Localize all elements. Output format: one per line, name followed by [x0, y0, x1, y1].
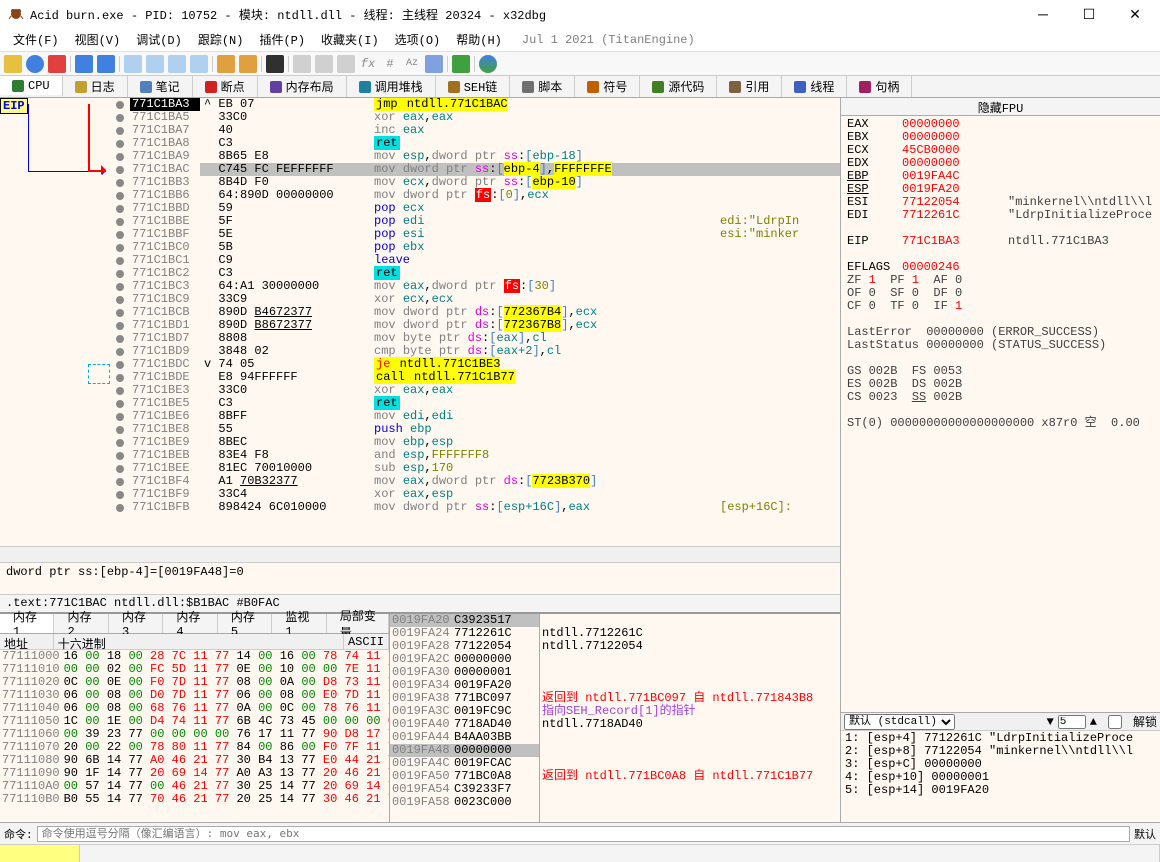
toolbar: fx # Az	[0, 52, 1160, 76]
comments-icon[interactable]	[293, 55, 311, 73]
stack-comment	[540, 796, 840, 809]
open-icon[interactable]	[4, 55, 22, 73]
patches-icon[interactable]	[266, 55, 284, 73]
menu-bar: 文件(F)视图(V)调试(D)跟踪(N)插件(P)收藏夹(I)选项(O)帮助(H…	[0, 28, 1160, 52]
trace-over-icon[interactable]	[239, 55, 257, 73]
menu-item[interactable]: 调试(D)	[128, 32, 190, 50]
tab-9[interactable]: 源代码	[640, 76, 717, 97]
unlock-checkbox[interactable]	[1101, 715, 1129, 729]
window-title: Acid burn.exe - PID: 10752 - 模块: ntdll.d…	[30, 6, 1020, 23]
menu-item[interactable]: 文件(F)	[5, 32, 67, 50]
step-skip-icon[interactable]	[190, 55, 208, 73]
dump-tab[interactable]: 内存 5	[218, 614, 272, 633]
tab-4[interactable]: 内存布局	[258, 76, 347, 97]
tab-5[interactable]: 调用堆栈	[347, 76, 436, 97]
menu-item[interactable]: 视图(V)	[67, 32, 129, 50]
tab-12[interactable]: 句柄	[847, 76, 912, 97]
menu-item[interactable]: 插件(P)	[251, 32, 313, 50]
tab-3[interactable]: 断点	[193, 76, 258, 97]
stack-comment	[540, 783, 840, 796]
stack-comment	[540, 653, 840, 666]
menu-item[interactable]: 帮助(H)	[448, 32, 510, 50]
arguments-pane: 默认 (stdcall) ▼ ▲ 解锁 1: [esp+4] 7712261C …	[841, 712, 1160, 822]
dump-tab[interactable]: 内存 1	[0, 614, 54, 633]
az-icon[interactable]: Az	[403, 55, 421, 73]
disassembly-pane[interactable]: EIP 771C1BA3^ EB 07jmp ntdll.771C1BAC771…	[0, 98, 840, 562]
tab-1[interactable]: 日志	[63, 76, 128, 97]
stack-comment	[540, 744, 840, 757]
eip-marker: EIP	[0, 98, 28, 114]
dump-tab[interactable]: 局部变量	[327, 614, 389, 633]
trace-into-icon[interactable]	[217, 55, 235, 73]
disasm-row[interactable]: 771C1BC1 C9leave	[0, 254, 840, 267]
step-over-icon[interactable]	[146, 55, 164, 73]
command-label: 命令:	[4, 826, 33, 842]
menu-item[interactable]: 选项(O)	[387, 32, 449, 50]
dump-body[interactable]: 7711100016 00 18 00 28 7C 11 77 14 00 16…	[0, 650, 389, 822]
selection-box	[88, 364, 110, 384]
title-bar: Acid burn.exe - PID: 10752 - 模块: ntdll.d…	[0, 0, 1160, 28]
disasm-row[interactable]: 771C1BFB 898424 6C010000mov dword ptr ss…	[0, 501, 840, 514]
status-bar	[0, 844, 1160, 862]
info-strip: dword ptr ss:[ebp-4]=[0019FA48]=0	[0, 562, 840, 594]
restart-icon[interactable]	[26, 55, 44, 73]
fx-icon[interactable]: fx	[359, 55, 377, 73]
command-bar: 命令: 默认	[0, 822, 1160, 844]
stack-comment: ntdll.77122054	[540, 640, 840, 653]
stack-row[interactable]: 0019FA580023C000	[390, 796, 539, 809]
arg-stepper-down[interactable]: ▼	[1047, 715, 1054, 729]
dump-tab[interactable]: 内存 2	[54, 614, 108, 633]
labels-icon[interactable]	[315, 55, 333, 73]
stack-comment	[540, 666, 840, 679]
tab-7[interactable]: 脚本	[510, 76, 575, 97]
tab-0[interactable]: CPU	[0, 76, 63, 97]
build-info: Jul 1 2021 (TitanEngine)	[522, 33, 695, 47]
dump-tab[interactable]: 内存 3	[109, 614, 163, 633]
minimize-button[interactable]: ─	[1020, 0, 1066, 28]
view-tabs: CPU日志笔记断点内存布局调用堆栈SEH链脚本符号源代码引用线程句柄	[0, 76, 1160, 98]
app-icon	[8, 6, 24, 22]
dump-pane: 内存 1内存 2内存 3内存 4内存 5监视 1局部变量 地址 十六进制 ASC…	[0, 614, 390, 822]
hash-icon[interactable]: #	[381, 55, 399, 73]
command-input[interactable]	[37, 826, 1130, 842]
jump-arrow-red	[88, 104, 106, 172]
pause-icon[interactable]	[97, 55, 115, 73]
tab-8[interactable]: 符号	[575, 76, 640, 97]
arg-stepper-up[interactable]: ▲	[1090, 715, 1097, 729]
step-into-icon[interactable]	[124, 55, 142, 73]
run-icon[interactable]	[75, 55, 93, 73]
disasm-row[interactable]: 771C1BC0 5Bpop ebx	[0, 241, 840, 254]
dump-tab[interactable]: 内存 4	[163, 614, 217, 633]
stack-comment: ntdll.7718AD40	[540, 718, 840, 731]
stack-comment	[540, 731, 840, 744]
tab-6[interactable]: SEH链	[436, 76, 511, 97]
arg-count-input[interactable]	[1058, 715, 1086, 729]
registers-header[interactable]: 隐藏FPU	[841, 98, 1160, 116]
calling-convention-select[interactable]: 默认 (stdcall)	[844, 714, 955, 730]
registers-pane[interactable]: EAX00000000EBX00000000ECX45CB0000EDX0000…	[841, 116, 1160, 712]
tab-2[interactable]: 笔记	[128, 76, 193, 97]
settings-icon[interactable]	[452, 55, 470, 73]
dump-header: 地址 十六进制 ASCII	[0, 634, 389, 650]
disasm-row[interactable]: 771C1BE3 33C0xor eax,eax	[0, 384, 840, 397]
about-icon[interactable]	[479, 55, 497, 73]
close-button[interactable]: ✕	[1112, 0, 1158, 28]
maximize-button[interactable]: ☐	[1066, 0, 1112, 28]
command-mode[interactable]: 默认	[1134, 826, 1156, 842]
tab-10[interactable]: 引用	[717, 76, 782, 97]
scrollbar-horizontal[interactable]	[0, 546, 840, 562]
menu-item[interactable]: 收藏夹(I)	[313, 32, 387, 50]
calc-icon[interactable]	[425, 55, 443, 73]
stop-icon[interactable]	[48, 55, 66, 73]
step-out-icon[interactable]	[168, 55, 186, 73]
stack-comment: 返回到 ntdll.771BC0A8 自 ntdll.771C1B77	[540, 770, 840, 783]
menu-item[interactable]: 跟踪(N)	[190, 32, 252, 50]
stack-pane[interactable]: 0019FA20C39235170019FA247712261C0019FA28…	[390, 614, 840, 822]
dump-tab[interactable]: 监视 1	[272, 614, 326, 633]
disasm-row[interactable]: 771C1BA7 40inc eax	[0, 124, 840, 137]
dump-row[interactable]: 771110B0B0 55 14 77 70 46 21 77 20 25 14…	[0, 793, 389, 806]
bookmarks-icon[interactable]	[337, 55, 355, 73]
tab-11[interactable]: 线程	[782, 76, 847, 97]
